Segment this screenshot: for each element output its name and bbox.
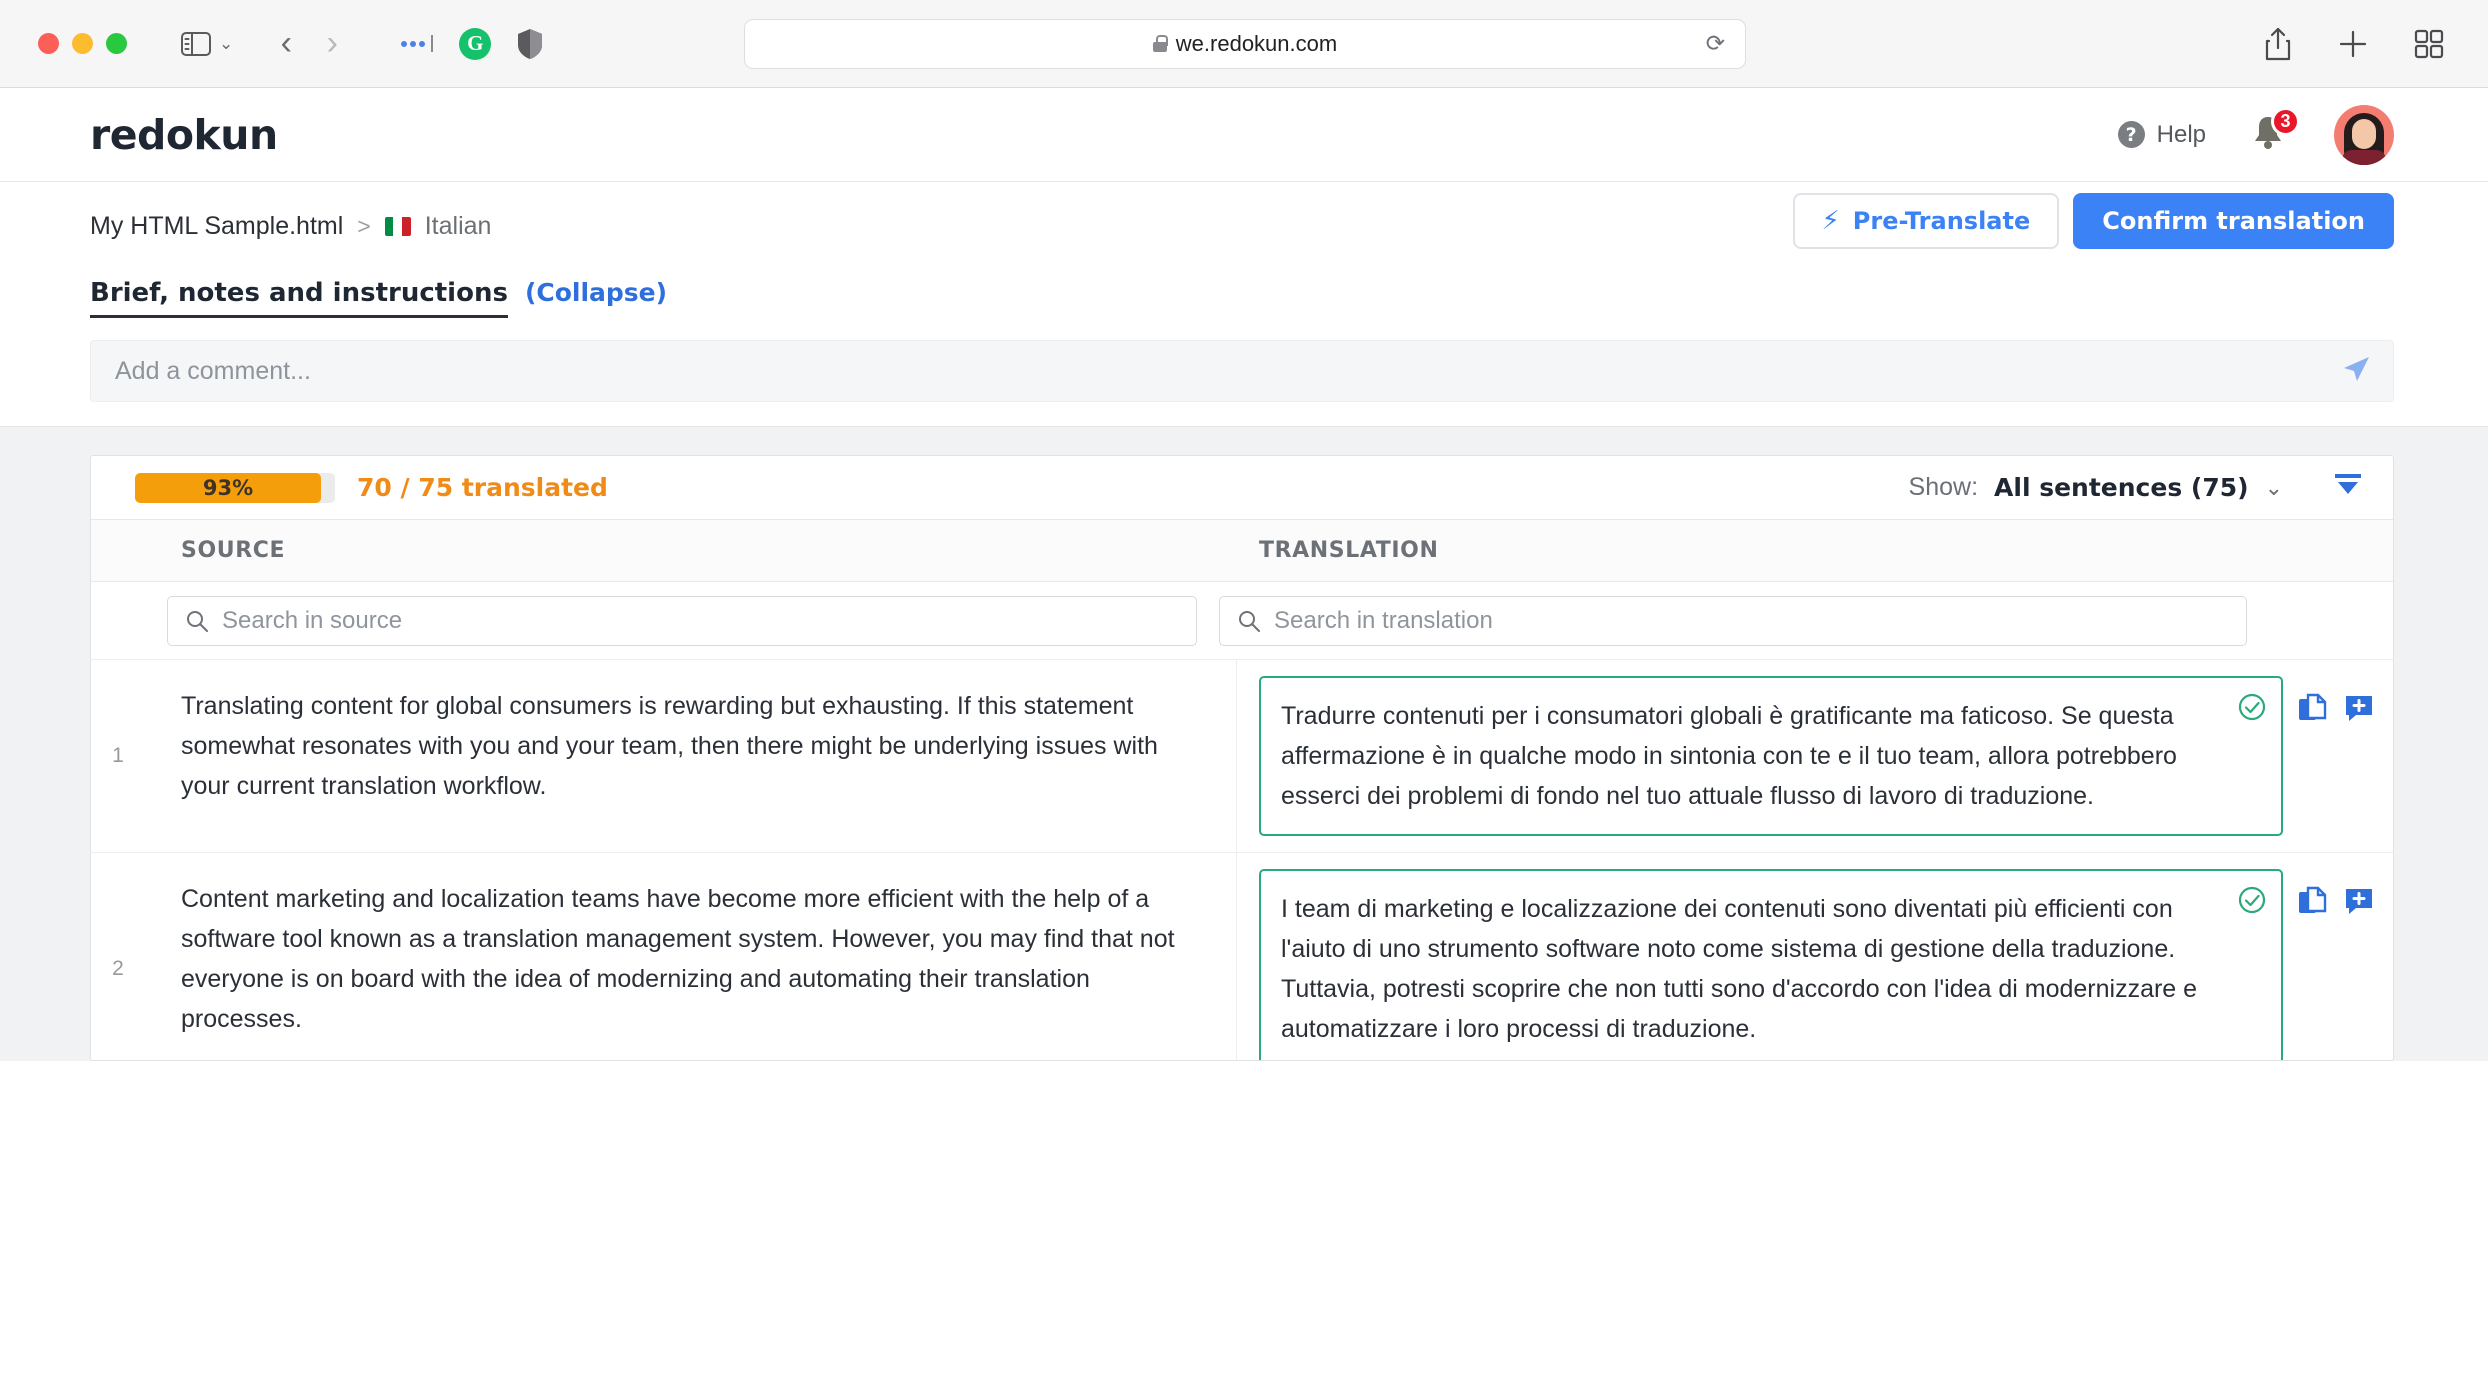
collapse-all-icon[interactable] bbox=[2333, 472, 2363, 503]
table-row: 2 Content marketing and localization tea… bbox=[91, 853, 2393, 1060]
copy-source-icon[interactable] bbox=[2297, 885, 2329, 922]
comment-placeholder: Add a comment... bbox=[115, 356, 311, 385]
forward-arrow-icon[interactable]: › bbox=[309, 24, 355, 63]
italian-flag-icon bbox=[384, 217, 411, 236]
source-search-placeholder: Search in source bbox=[222, 606, 403, 634]
segment-translation-text: Tradurre contenuti per i consumatori glo… bbox=[1281, 702, 2177, 810]
grammarly-icon[interactable]: G bbox=[459, 27, 492, 60]
sidebar-toggle-icon[interactable] bbox=[177, 28, 215, 60]
translation-search-placeholder: Search in translation bbox=[1274, 606, 1493, 634]
breadcrumb-language: Italian bbox=[424, 212, 492, 240]
window-controls[interactable] bbox=[38, 33, 127, 54]
minimize-window-button[interactable] bbox=[72, 33, 93, 54]
tab-brief-notes-instructions[interactable]: Brief, notes and instructions bbox=[90, 278, 508, 318]
search-icon bbox=[187, 610, 208, 632]
back-arrow-icon[interactable]: ‹ bbox=[263, 24, 309, 63]
sidebar-chevron-down-icon[interactable]: ⌄ bbox=[219, 34, 233, 54]
new-tab-plus-icon[interactable] bbox=[2338, 29, 2368, 59]
column-headers: SOURCE TRANSLATION bbox=[91, 520, 2393, 582]
comment-section: Add a comment... bbox=[0, 318, 2488, 426]
segment-source-text: Translating content for global consumers… bbox=[145, 660, 1237, 852]
add-comment-icon bbox=[2346, 889, 2372, 914]
segments-list: 1 Translating content for global consume… bbox=[91, 660, 2393, 1060]
lock-icon bbox=[1152, 35, 1168, 52]
share-icon[interactable] bbox=[2264, 27, 2292, 61]
segment-number: 1 bbox=[112, 744, 124, 767]
question-circle-icon: ? bbox=[2117, 121, 2145, 148]
help-label: Help bbox=[2156, 120, 2206, 148]
redokun-logo[interactable]: redokun bbox=[90, 111, 278, 159]
pre-translate-label: Pre-Translate bbox=[1852, 207, 2031, 235]
copy-source-icon[interactable] bbox=[2297, 692, 2329, 729]
shield-extension-icon[interactable] bbox=[517, 28, 543, 60]
search-icon bbox=[1239, 610, 1260, 632]
browser-toolbar: ⌄ ‹ › G we.redokun.com ⟳ bbox=[0, 0, 2488, 88]
url-text: we.redokun.com bbox=[1175, 30, 1338, 56]
close-window-button[interactable] bbox=[38, 33, 59, 54]
source-column-header: SOURCE bbox=[181, 538, 286, 563]
segments-panel-background: 93% 70 / 75 translated Show: All sentenc… bbox=[0, 426, 2488, 1061]
copy-source-icon bbox=[2299, 693, 2327, 720]
notifications-button[interactable]: 3 bbox=[2250, 106, 2300, 157]
address-bar[interactable]: we.redokun.com ⟳ bbox=[744, 18, 1746, 69]
confirm-translation-button[interactable]: Confirm translation bbox=[2073, 193, 2394, 249]
show-filter-label: Show: bbox=[1908, 473, 1979, 501]
pre-translate-button[interactable]: ⚡ Pre-Translate bbox=[1792, 193, 2060, 249]
breadcrumb: My HTML Sample.html > Italian bbox=[90, 212, 491, 241]
progress-row: 93% 70 / 75 translated Show: All sentenc… bbox=[91, 456, 2393, 520]
segment-translation-text: I team di marketing e localizzazione dei… bbox=[1281, 895, 2198, 1043]
search-row: Search in source Search in translation bbox=[91, 582, 2393, 660]
search-in-translation-input[interactable]: Search in translation bbox=[1219, 595, 2247, 646]
translation-progress-bar: 93% bbox=[135, 472, 335, 503]
segment-number: 2 bbox=[112, 957, 124, 980]
collapse-link[interactable]: (Collapse) bbox=[525, 278, 667, 307]
maximize-window-button[interactable] bbox=[106, 33, 127, 54]
reload-icon[interactable]: ⟳ bbox=[1706, 30, 1725, 57]
dots-extension-icon[interactable] bbox=[401, 35, 434, 52]
check-circle-icon bbox=[2237, 885, 2267, 927]
add-comment-icon[interactable] bbox=[2343, 692, 2375, 729]
breadcrumb-file[interactable]: My HTML Sample.html bbox=[90, 212, 343, 241]
tab-overview-icon[interactable] bbox=[2414, 29, 2444, 59]
translated-count-label: 70 / 75 translated bbox=[357, 473, 608, 502]
segments-panel: 93% 70 / 75 translated Show: All sentenc… bbox=[90, 455, 2394, 1061]
segment-translation-input[interactable]: Tradurre contenuti per i consumatori glo… bbox=[1259, 676, 2283, 836]
app-header: redokun ? Help 3 bbox=[0, 88, 2488, 182]
notification-count-badge: 3 bbox=[2271, 106, 2300, 136]
help-button[interactable]: ? Help bbox=[2117, 120, 2206, 149]
show-filter-value[interactable]: All sentences (75) bbox=[1994, 473, 2249, 502]
notes-tabs: Brief, notes and instructions (Collapse) bbox=[0, 260, 2488, 318]
add-comment-icon[interactable] bbox=[2343, 885, 2375, 922]
progress-percent: 93% bbox=[202, 475, 254, 500]
lightning-bolt-icon: ⚡ bbox=[1821, 206, 1840, 236]
comment-input[interactable]: Add a comment... bbox=[90, 340, 2394, 402]
confirm-translation-label: Confirm translation bbox=[2102, 207, 2365, 235]
check-circle-icon bbox=[2237, 692, 2267, 734]
search-in-source-input[interactable]: Search in source bbox=[167, 595, 1197, 646]
translation-column-header: TRANSLATION bbox=[1259, 538, 1439, 563]
chevron-down-icon[interactable]: ⌄ bbox=[2265, 475, 2283, 501]
copy-source-icon bbox=[2299, 886, 2327, 913]
avatar[interactable] bbox=[2334, 104, 2394, 165]
send-paper-plane-icon[interactable] bbox=[2341, 354, 2371, 389]
table-row: 1 Translating content for global consume… bbox=[91, 660, 2393, 853]
add-comment-icon bbox=[2346, 696, 2372, 721]
segment-translation-input[interactable]: I team di marketing e localizzazione dei… bbox=[1259, 869, 2283, 1060]
breadcrumb-separator: > bbox=[357, 213, 371, 239]
page-toolbar: My HTML Sample.html > Italian ⚡ Pre-Tran… bbox=[0, 182, 2488, 260]
segment-source-text: Content marketing and localization teams… bbox=[145, 853, 1237, 1060]
